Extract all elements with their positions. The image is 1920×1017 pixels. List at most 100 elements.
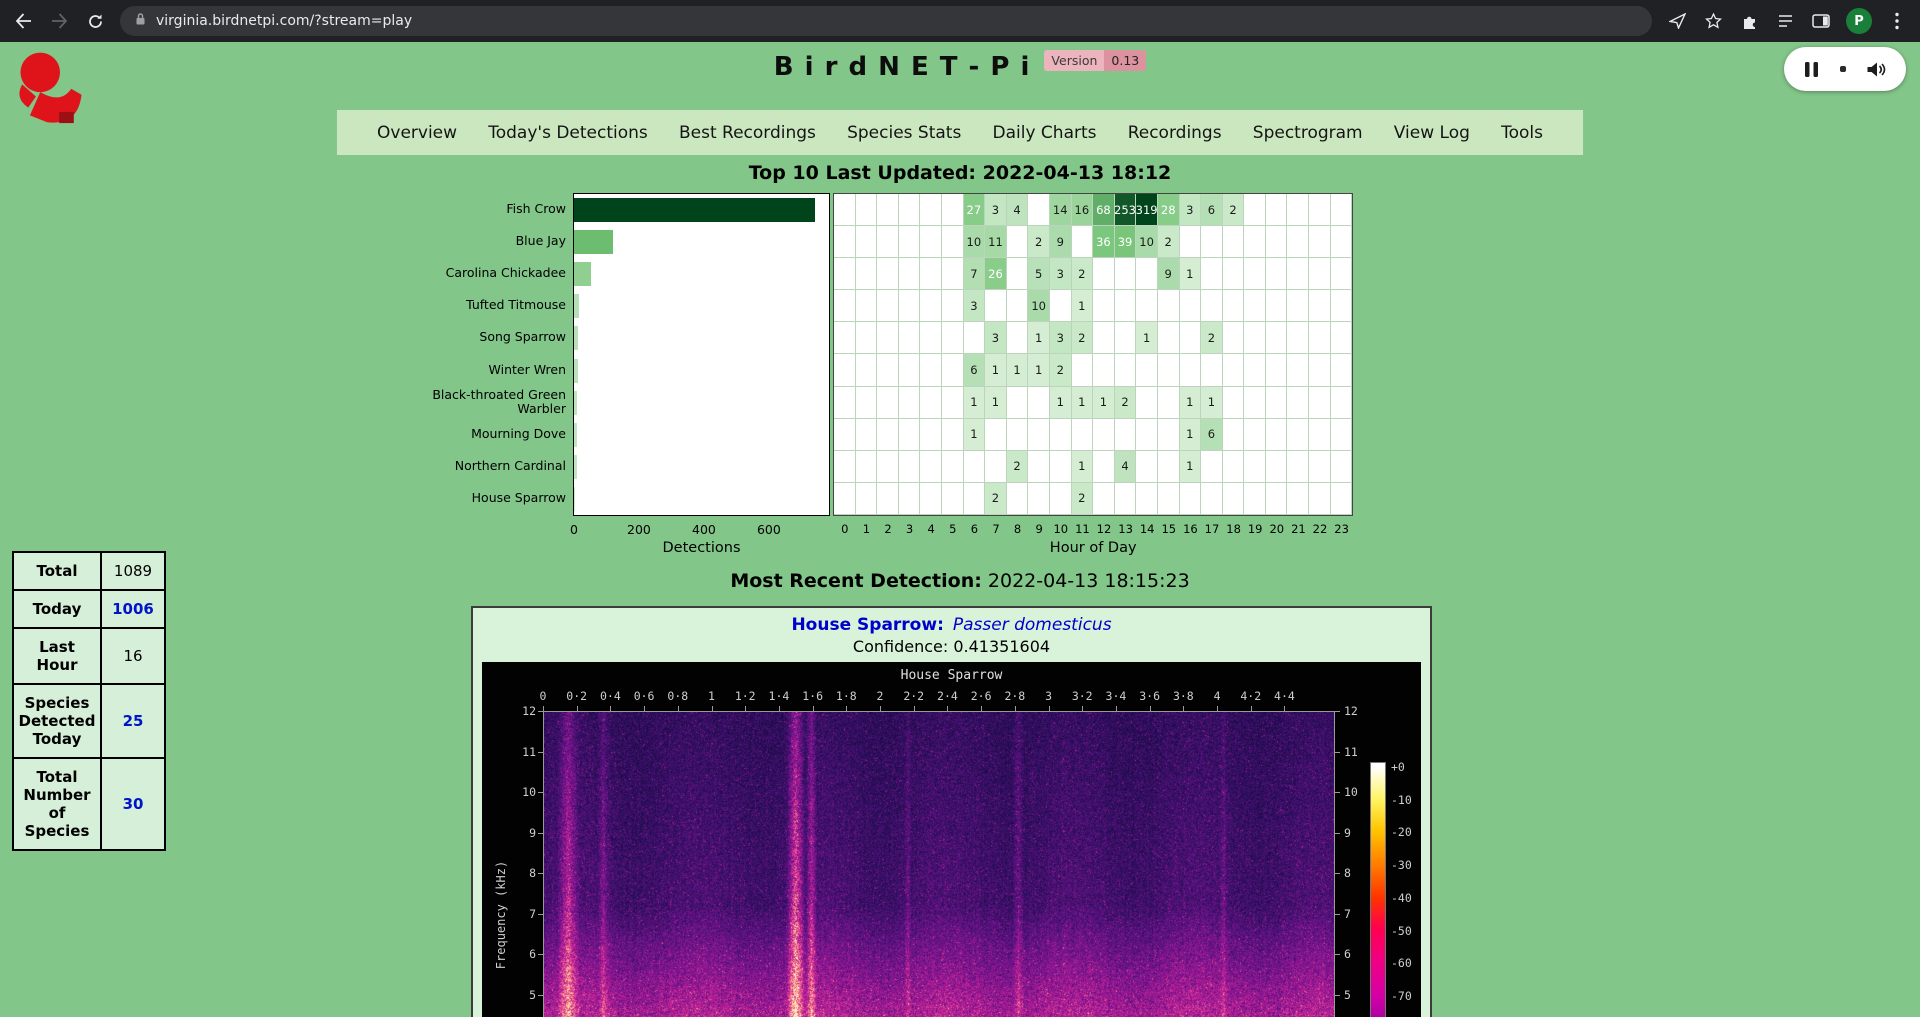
stats-table: Total1089Today1006Last Hour16Species Det… [12, 551, 166, 851]
stat-label: Today [13, 590, 101, 628]
heatmap-cell [1136, 290, 1158, 322]
time-tick-mark [577, 706, 578, 711]
heatmap-cell [1050, 483, 1072, 515]
pause-button[interactable] [1804, 61, 1819, 78]
spectrogram-canvas [544, 712, 1334, 1017]
stat-value: 1089 [101, 552, 165, 590]
nav-item-view-log[interactable]: View Log [1394, 123, 1470, 143]
heatmap-cell [1007, 290, 1029, 322]
heatmap-cell [856, 483, 878, 515]
heatmap-cell [856, 419, 878, 451]
nav-item-overview[interactable]: Overview [377, 123, 457, 143]
heatmap-cell [899, 451, 921, 483]
heatmap-cell [1244, 419, 1266, 451]
time-tick-label: 3·6 [1139, 689, 1160, 703]
forward-button[interactable] [48, 10, 70, 32]
send-to-device-icon[interactable] [1666, 10, 1688, 32]
nav-item-daily-charts[interactable]: Daily Charts [993, 123, 1097, 143]
time-tick-label: 4·4 [1274, 689, 1295, 703]
heatmap-cell [834, 290, 856, 322]
side-panel-icon[interactable] [1810, 10, 1832, 32]
heatmap-cell: 2 [1050, 354, 1072, 386]
heatmap-cell [834, 258, 856, 290]
reading-list-icon[interactable] [1774, 10, 1796, 32]
time-tick-mark [712, 706, 713, 711]
heatmap-cell [964, 451, 986, 483]
hour-tick: 19 [1248, 522, 1263, 536]
menu-button[interactable] [1886, 10, 1908, 32]
freq-tick-label: 6 [482, 947, 536, 961]
reload-button[interactable] [84, 10, 106, 32]
nav-item-today-s-detections[interactable]: Today's Detections [488, 123, 648, 143]
nav-item-tools[interactable]: Tools [1501, 123, 1543, 143]
freq-tick-mark [538, 752, 543, 753]
heatmap-cell [1223, 419, 1245, 451]
nav-item-spectrogram[interactable]: Spectrogram [1253, 123, 1363, 143]
detections-bar [574, 198, 815, 222]
detection-species-link[interactable]: House Sparrow: [791, 615, 943, 635]
address-bar[interactable]: virginia.birdnetpi.com/?stream=play [120, 6, 1652, 36]
freq-tick-label: 12 [482, 704, 536, 718]
heatmap-cell [1136, 258, 1158, 290]
volume-button[interactable] [1866, 61, 1886, 78]
heatmap-cell [834, 322, 856, 354]
profile-avatar[interactable]: P [1846, 8, 1872, 34]
back-button[interactable] [12, 10, 34, 32]
heatmap-cell [1309, 322, 1331, 354]
heatmap-cell: 36 [1093, 226, 1115, 258]
heatmap-cell: 1 [964, 419, 986, 451]
player-overflow-icon[interactable] [1839, 65, 1847, 73]
bar-row [574, 483, 829, 515]
heatmap-cell [1244, 322, 1266, 354]
heatmap-cell [1309, 354, 1331, 386]
db-tick-label: -70 [1391, 989, 1412, 1003]
nav-item-best-recordings[interactable]: Best Recordings [679, 123, 816, 143]
time-tick-mark [1150, 706, 1151, 711]
heatmap-cell [1007, 226, 1029, 258]
stat-value[interactable]: 30 [101, 758, 165, 850]
heatmap-cell [1072, 419, 1094, 451]
heatmap-cell [1007, 387, 1029, 419]
db-tick-label: +0 [1391, 760, 1405, 774]
hour-tick: 6 [971, 522, 978, 536]
heatmap-cell: 1 [985, 354, 1007, 386]
heatmap-cell: 9 [1050, 226, 1072, 258]
freq-tick-label: 11 [1344, 745, 1384, 759]
heatmap-cell [1136, 419, 1158, 451]
stat-value[interactable]: 1006 [101, 590, 165, 628]
heatmap-cell: 6 [964, 354, 986, 386]
heatmap-cell: 2 [1201, 322, 1223, 354]
nav-item-species-stats[interactable]: Species Stats [847, 123, 961, 143]
heatmap-cell [877, 226, 899, 258]
time-tick-mark [610, 706, 611, 711]
species-label: Song Sparrow [405, 321, 566, 353]
detection-scientific-name[interactable]: Passer domesticus [953, 615, 1112, 635]
heatmap-cell: 28 [1158, 194, 1180, 226]
detections-bar [574, 455, 577, 479]
heatmap-cell [856, 226, 878, 258]
heatmap-cell: 6 [1201, 419, 1223, 451]
time-tick-label: 0 [540, 689, 547, 703]
freq-tick-label: 11 [482, 745, 536, 759]
freq-tick-label: 9 [1344, 826, 1384, 840]
detections-bar [574, 294, 579, 318]
stat-value[interactable]: 25 [101, 684, 165, 758]
nav-item-recordings[interactable]: Recordings [1128, 123, 1222, 143]
heatmap-cell [899, 387, 921, 419]
stat-label: Species Detected Today [13, 684, 101, 758]
heatmap-cell [1244, 194, 1266, 226]
heatmap-cell [964, 483, 986, 515]
heatmap-cell: 68 [1093, 194, 1115, 226]
extensions-icon[interactable] [1738, 10, 1760, 32]
heatmap-cell [1093, 419, 1115, 451]
freq-tick-mark [538, 833, 543, 834]
freq-tick-label: 5 [1344, 988, 1384, 1002]
bookmark-star-icon[interactable] [1702, 10, 1724, 32]
heatmap-cell [899, 483, 921, 515]
heatmap-cell [942, 194, 964, 226]
heatmap-cell [920, 258, 942, 290]
title-row: B i r d N E T - P iVersion0.13 [0, 52, 1920, 82]
time-tick-mark [1116, 706, 1117, 711]
time-tick-mark [1015, 706, 1016, 711]
heatmap-cell [1007, 322, 1029, 354]
